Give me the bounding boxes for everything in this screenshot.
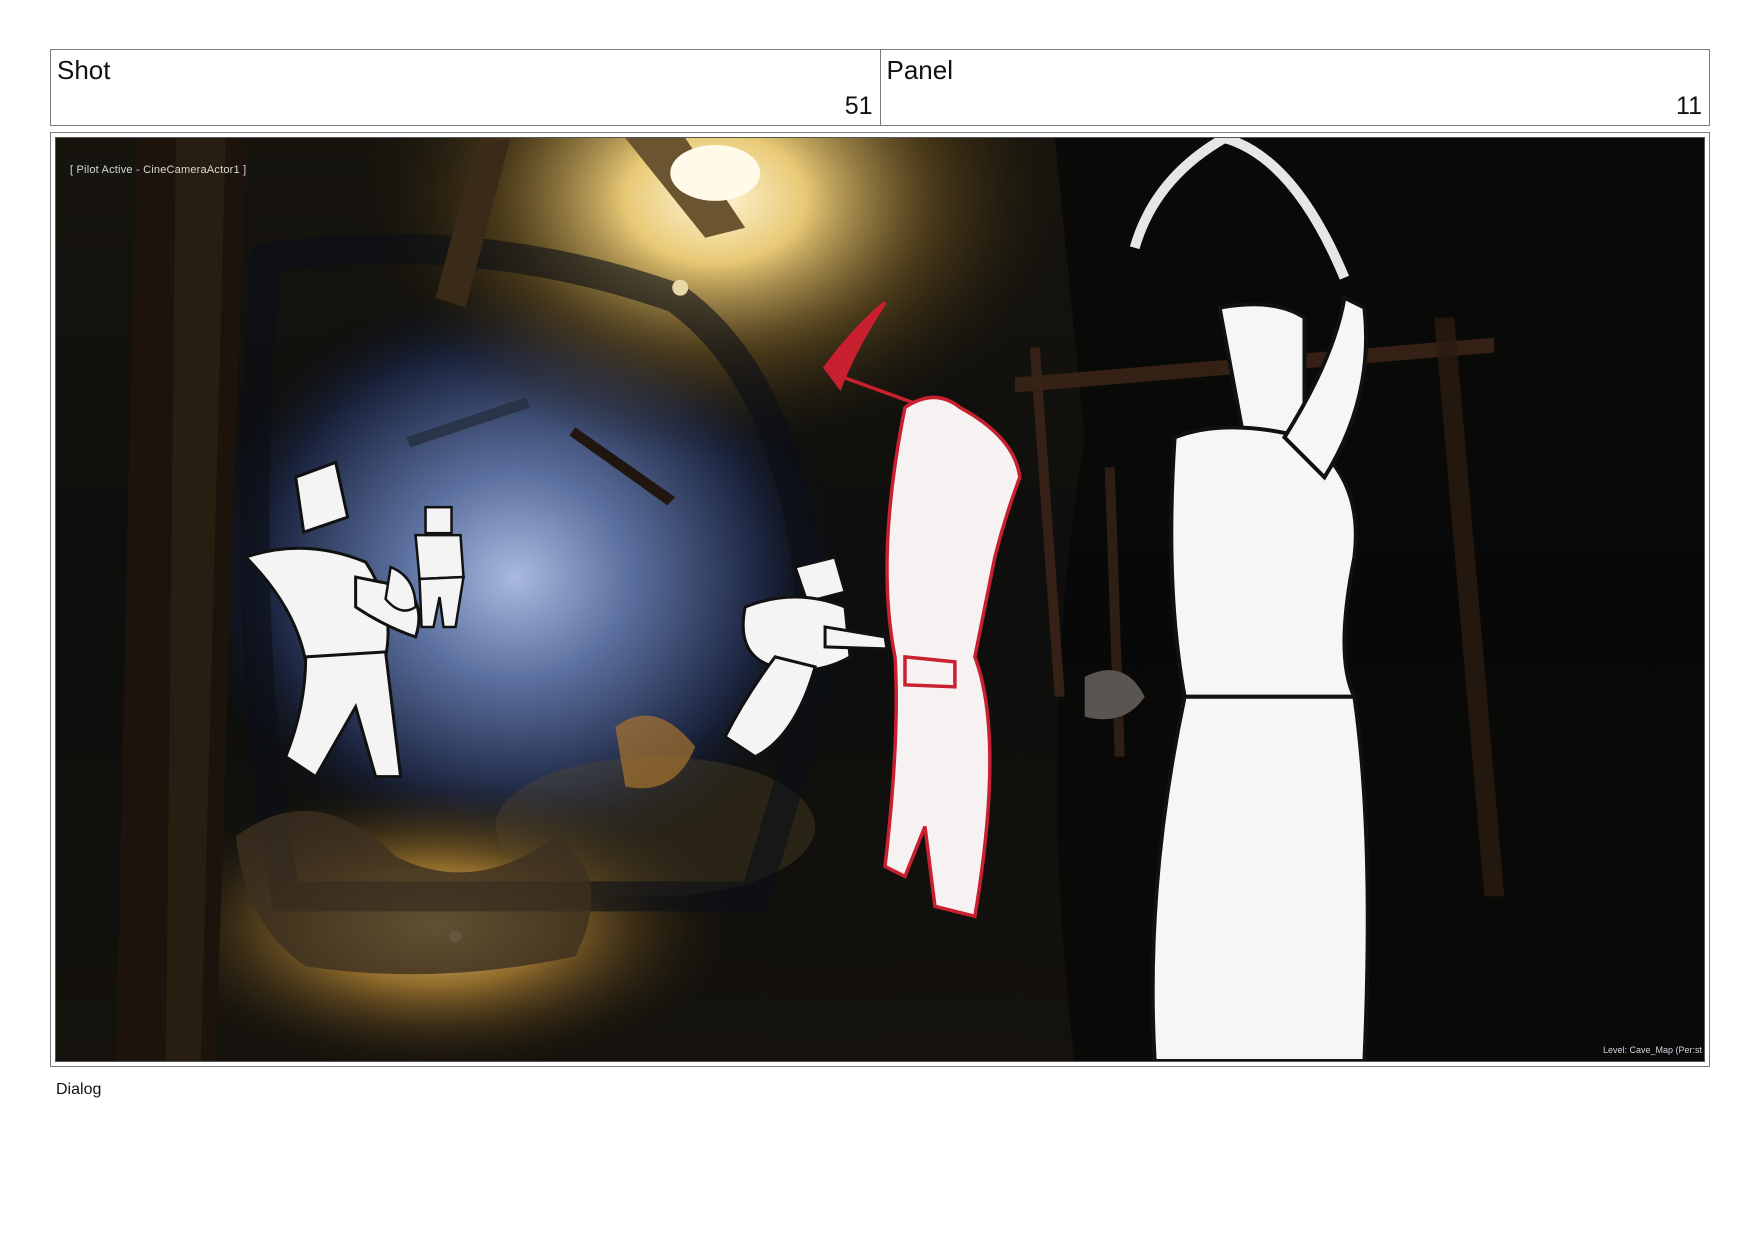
storyboard-image: [ Pilot Active - CineCameraActor1 ] Leve… — [55, 137, 1705, 1062]
storyboard-frame: [ Pilot Active - CineCameraActor1 ] Leve… — [50, 132, 1710, 1067]
panel-cell: Panel 11 — [879, 50, 1710, 125]
dialog-label: Dialog — [56, 1081, 102, 1098]
shot-number: 51 — [844, 92, 873, 120]
shot-label: Shot — [57, 55, 111, 85]
panel-number: 11 — [1676, 92, 1702, 120]
header-table: Shot 51 Panel 11 — [50, 49, 1710, 126]
panel-label: Panel — [886, 55, 954, 85]
cave-scene-illustration — [56, 138, 1704, 1061]
shot-cell: Shot 51 — [51, 50, 880, 125]
viewport-pilot-label: [ Pilot Active - CineCameraActor1 ] — [70, 164, 247, 176]
viewport-level-label: Level: Cave_Map (Per:st — [1602, 1045, 1702, 1055]
